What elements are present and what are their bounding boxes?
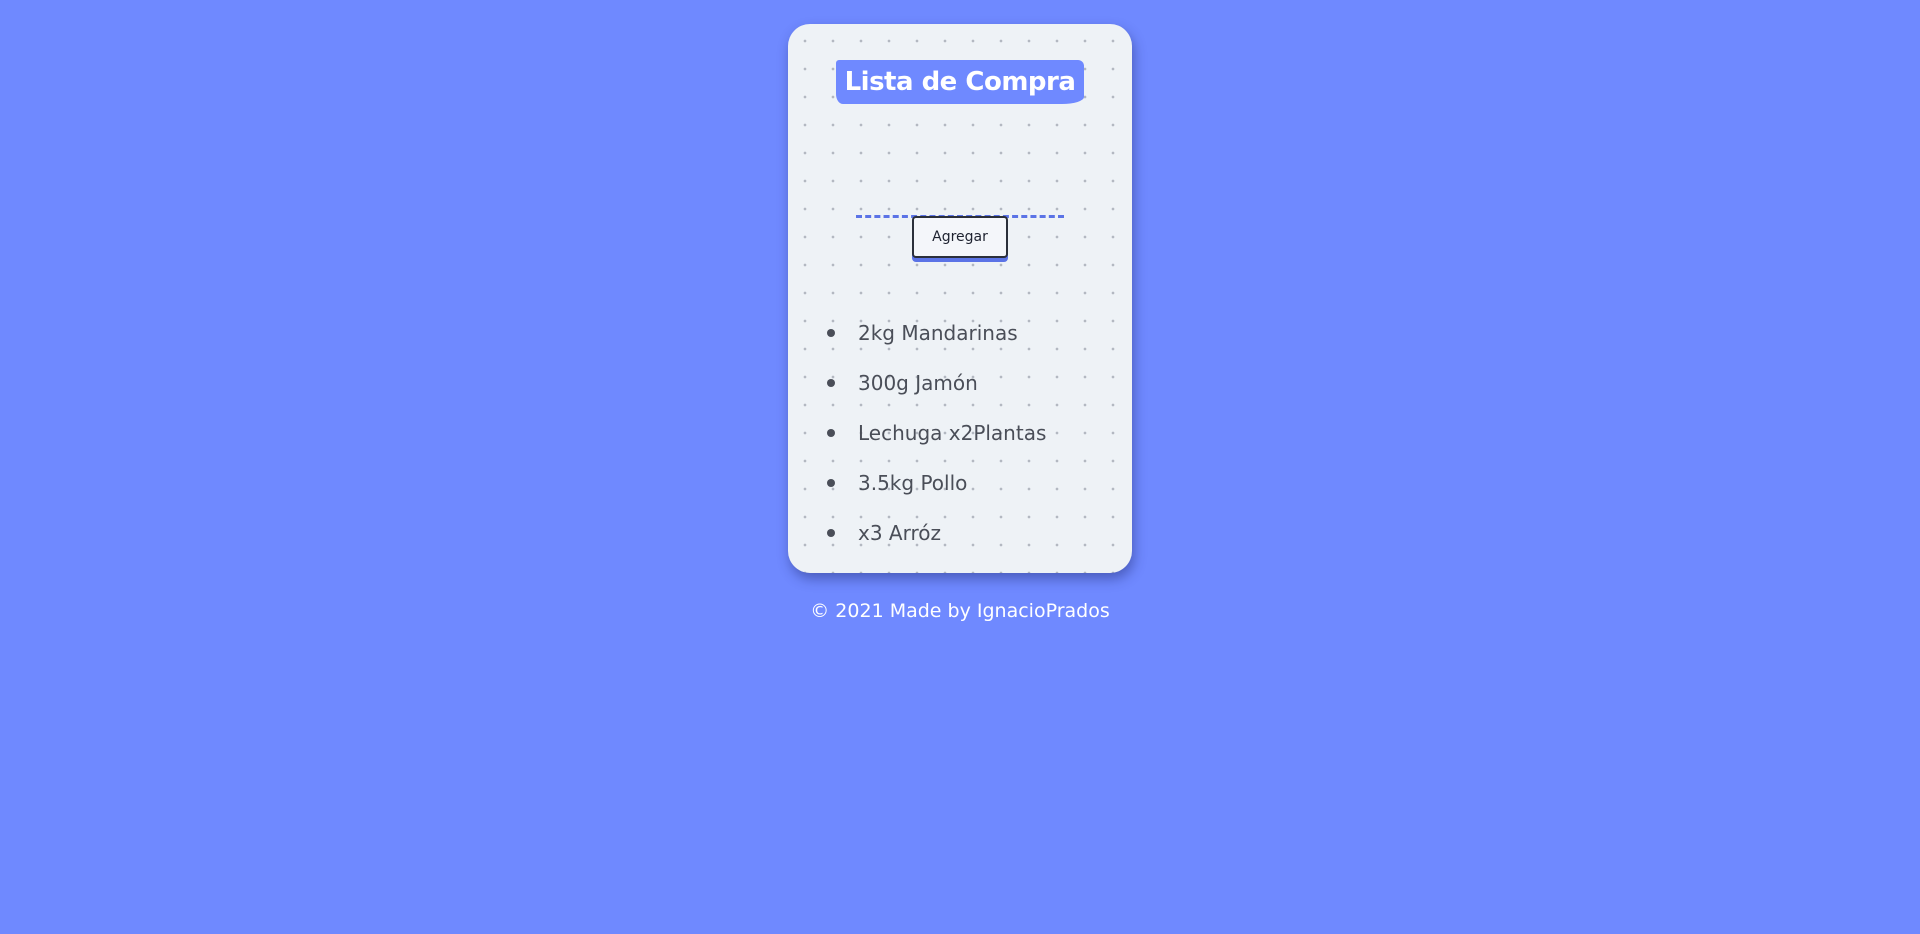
shopping-list: 2kg Mandarinas 300g Jamón Lechuga x2Plan… xyxy=(788,308,1132,558)
page-title: Lista de Compra xyxy=(836,60,1084,104)
add-button[interactable]: Agregar xyxy=(912,216,1008,258)
list-item: 3.5kg Pollo xyxy=(788,458,1132,508)
item-input[interactable] xyxy=(856,188,1064,218)
shopping-list-card: Lista de Compra Agregar 2kg Mandarinas 3… xyxy=(788,24,1132,573)
footer-credit: © 2021 Made by IgnacioPrados xyxy=(810,600,1110,622)
bullet-icon xyxy=(827,379,835,387)
bullet-icon xyxy=(827,429,835,437)
list-item: x3 Arróz xyxy=(788,508,1132,558)
list-item-label: 3.5kg Pollo xyxy=(858,471,968,495)
list-item-label: 2kg Mandarinas xyxy=(858,321,1018,345)
list-item: 2kg Mandarinas xyxy=(788,308,1132,358)
bullet-icon xyxy=(827,529,835,537)
list-item-label: Lechuga x2Plantas xyxy=(858,421,1047,445)
list-item: 300g Jamón xyxy=(788,358,1132,408)
bullet-icon xyxy=(827,329,835,337)
bullet-icon xyxy=(827,479,835,487)
list-item: Lechuga x2Plantas xyxy=(788,408,1132,458)
list-item-label: 300g Jamón xyxy=(858,371,978,395)
list-item-label: x3 Arróz xyxy=(858,521,941,545)
